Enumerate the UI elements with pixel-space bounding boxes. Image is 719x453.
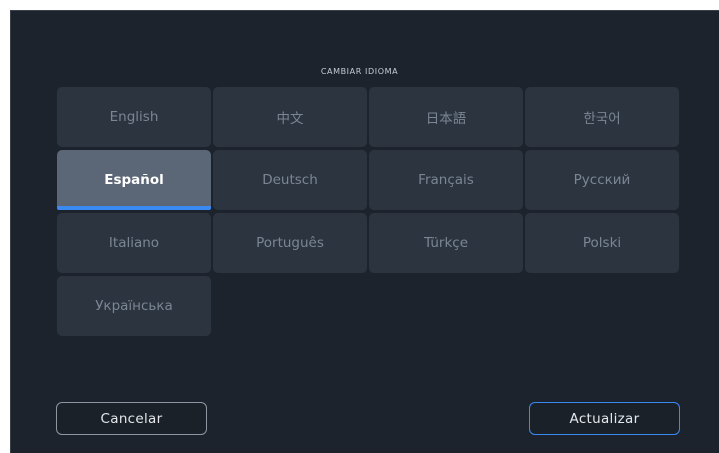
language-option-portuguese[interactable]: Português [213, 213, 367, 273]
language-option-japanese[interactable]: 日本語 [369, 87, 523, 147]
language-option-italian[interactable]: Italiano [57, 213, 211, 273]
language-option-german[interactable]: Deutsch [213, 150, 367, 210]
cancel-button[interactable]: Cancelar [56, 402, 207, 435]
language-option-english[interactable]: English [57, 87, 211, 147]
language-option-chinese[interactable]: 中文 [213, 87, 367, 147]
language-option-polish[interactable]: Polski [525, 213, 679, 273]
dialog-title: CAMBIAR IDIOMA [320, 67, 399, 76]
language-option-korean[interactable]: 한국어 [525, 87, 679, 147]
language-option-turkish[interactable]: Türkçe [369, 213, 523, 273]
language-option-russian[interactable]: Русский [525, 150, 679, 210]
language-option-spanish[interactable]: Español [57, 150, 211, 210]
update-button[interactable]: Actualizar [529, 402, 680, 435]
language-option-ukrainian[interactable]: Українська [57, 276, 211, 336]
language-option-french[interactable]: Français [369, 150, 523, 210]
